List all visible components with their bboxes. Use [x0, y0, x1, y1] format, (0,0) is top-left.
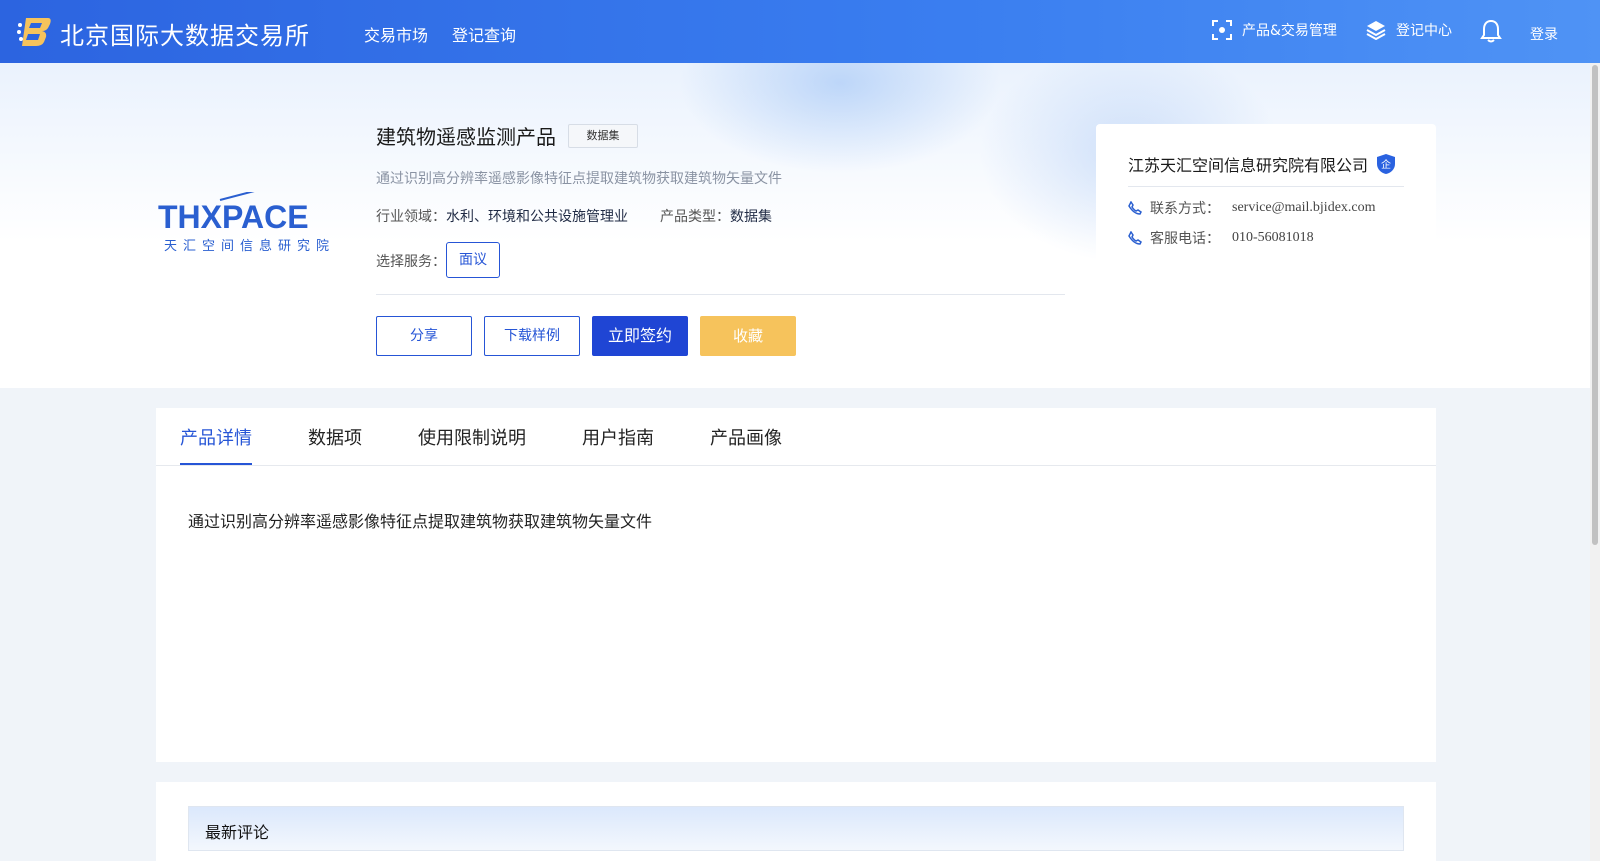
industry-label: 行业领域：: [376, 209, 446, 225]
scrollbar-thumb[interactable]: [1592, 65, 1598, 545]
phone-value: 010-56081018: [1232, 230, 1314, 245]
nav-trade-market[interactable]: 交易市场: [364, 22, 428, 46]
tab-user-guide[interactable]: 用户指南: [582, 424, 654, 450]
svg-text:企: 企: [1381, 158, 1391, 171]
industry-field: 行业领域：水利、环境和公共设施管理业: [376, 206, 628, 226]
bjidex-logo-icon[interactable]: [16, 14, 52, 48]
service-option-negotiable[interactable]: 面议: [446, 242, 500, 278]
scan-icon: [1212, 20, 1232, 40]
sign-now-button[interactable]: 立即签约: [592, 316, 688, 356]
nav-register-query[interactable]: 登记查询: [452, 22, 516, 46]
phone-label: 客服电话：: [1150, 231, 1220, 247]
phone-icon: [1128, 231, 1142, 245]
service-label: 选择服务：: [376, 254, 446, 270]
tab-data-items[interactable]: 数据项: [308, 424, 362, 450]
phone-row: 客服电话： 010-56081018: [1128, 228, 1314, 248]
industry-value: 水利、环境和公共设施管理业: [446, 209, 628, 225]
company-divider: [1128, 186, 1404, 187]
type-label: 产品类型：: [660, 209, 730, 225]
bell-icon[interactable]: [1480, 19, 1502, 43]
hero-divider: [376, 294, 1065, 295]
tab-usage-restrictions[interactable]: 使用限制说明: [418, 424, 526, 450]
enterprise-verified-icon: 企: [1377, 154, 1395, 174]
tab-product-profile[interactable]: 产品画像: [710, 424, 782, 450]
contact-label: 联系方式：: [1150, 201, 1220, 217]
register-center-link[interactable]: 登记中心: [1366, 20, 1452, 40]
register-center-label: 登记中心: [1396, 23, 1452, 39]
comments-section: 最新评论: [156, 782, 1436, 861]
product-title: 建筑物遥感监测产品: [376, 125, 556, 149]
top-header: 北京国际大数据交易所 交易市场 登记查询 产品&交易管理 登记中心 登录: [0, 0, 1600, 63]
type-value: 数据集: [730, 209, 772, 225]
tab-product-details[interactable]: 产品详情: [180, 424, 252, 450]
company-card: 江苏天汇空间信息研究院有限公司 企 联系方式： service@mail.bji…: [1096, 124, 1436, 304]
company-logo-icon: THXPACE 天汇空间信息研究院: [158, 192, 335, 254]
product-trade-mgmt-link[interactable]: 产品&交易管理: [1212, 20, 1337, 40]
comments-title: 最新评论: [205, 823, 270, 842]
brand-name[interactable]: 北京国际大数据交易所: [60, 16, 310, 51]
phone-icon: [1128, 201, 1142, 215]
favorite-button[interactable]: 收藏: [700, 316, 796, 356]
svg-text:天汇空间信息研究院: 天汇空间信息研究院: [164, 238, 335, 254]
download-sample-button[interactable]: 下载样例: [484, 316, 580, 356]
svg-text:THXPACE: THXPACE: [158, 199, 309, 235]
product-tag: 数据集: [568, 124, 638, 148]
product-type-field: 产品类型：数据集: [660, 206, 772, 226]
login-button[interactable]: 登录: [1530, 24, 1558, 44]
comments-header: 最新评论: [188, 806, 1404, 851]
product-trade-mgmt-label: 产品&交易管理: [1242, 23, 1337, 39]
share-button[interactable]: 分享: [376, 316, 472, 356]
product-description: 通过识别高分辨率遥感影像特征点提取建筑物获取建筑物矢量文件: [376, 171, 782, 187]
contact-row: 联系方式： service@mail.bjidex.com: [1128, 198, 1376, 218]
tab-bar: 产品详情 数据项 使用限制说明 用户指南 产品画像: [156, 408, 1436, 466]
active-tab-indicator: [180, 463, 252, 465]
contact-value[interactable]: service@mail.bjidex.com: [1232, 200, 1376, 216]
company-name[interactable]: 江苏天汇空间信息研究院有限公司: [1128, 152, 1368, 176]
page-scrollbar[interactable]: [1590, 63, 1600, 861]
layers-icon: [1366, 21, 1386, 40]
detail-panel: 产品详情 数据项 使用限制说明 用户指南 产品画像 通过识别高分辨率遥感影像特征…: [156, 408, 1436, 762]
product-detail-text: 通过识别高分辨率遥感影像特征点提取建筑物获取建筑物矢量文件: [188, 512, 653, 531]
